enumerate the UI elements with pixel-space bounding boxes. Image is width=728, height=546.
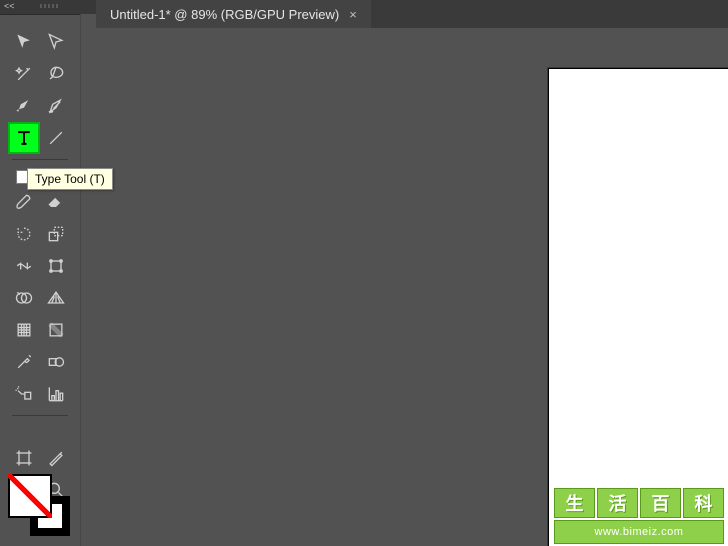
mesh-tool[interactable] — [8, 314, 40, 346]
document-tab-title: Untitled-1* @ 89% (RGB/GPU Preview) — [110, 7, 339, 22]
rotate-tool[interactable] — [8, 218, 40, 250]
curvature-tool[interactable] — [40, 90, 72, 122]
selection-tool[interactable] — [8, 26, 40, 58]
perspective-grid-tool[interactable] — [40, 282, 72, 314]
eyedropper-tool[interactable] — [8, 346, 40, 378]
collapse-chevron-icon: << — [4, 1, 15, 11]
fill-stroke-swatches[interactable] — [8, 474, 68, 534]
close-icon[interactable]: × — [349, 7, 357, 22]
slice-tool[interactable] — [40, 442, 72, 474]
pen-tool[interactable] — [8, 90, 40, 122]
free-transform-tool[interactable] — [40, 250, 72, 282]
artboard-tool[interactable] — [8, 442, 40, 474]
column-graph-tool[interactable] — [40, 378, 72, 410]
paintbrush-tool[interactable] — [8, 186, 40, 218]
blend-tool[interactable] — [40, 346, 72, 378]
toolbox-divider — [8, 154, 72, 164]
scale-tool[interactable] — [40, 218, 72, 250]
toolbox-divider — [8, 410, 72, 420]
shape-builder-tool[interactable] — [8, 282, 40, 314]
magic-wand-tool[interactable] — [8, 58, 40, 90]
direct-selection-tool[interactable] — [40, 26, 72, 58]
grip-icon — [40, 4, 58, 8]
symbol-sprayer-tool[interactable] — [8, 378, 40, 410]
panel-edge — [80, 14, 97, 546]
document-tab[interactable]: Untitled-1* @ 89% (RGB/GPU Preview) × — [96, 0, 371, 28]
eraser-tool[interactable] — [40, 186, 72, 218]
artboard[interactable] — [548, 68, 728, 546]
gradient-tool[interactable] — [40, 314, 72, 346]
width-tool[interactable] — [8, 250, 40, 282]
fill-swatch[interactable] — [8, 474, 52, 518]
lasso-tool[interactable] — [40, 58, 72, 90]
document-tab-bar: Untitled-1* @ 89% (RGB/GPU Preview) × — [96, 0, 728, 28]
panel-collapse-bar[interactable]: << — [0, 0, 96, 15]
tool-grid — [8, 26, 72, 506]
line-segment-tool[interactable] — [40, 122, 72, 154]
type-tool[interactable] — [8, 122, 40, 154]
tooltip: Type Tool (T) — [27, 168, 113, 190]
canvas-area[interactable] — [96, 28, 728, 546]
